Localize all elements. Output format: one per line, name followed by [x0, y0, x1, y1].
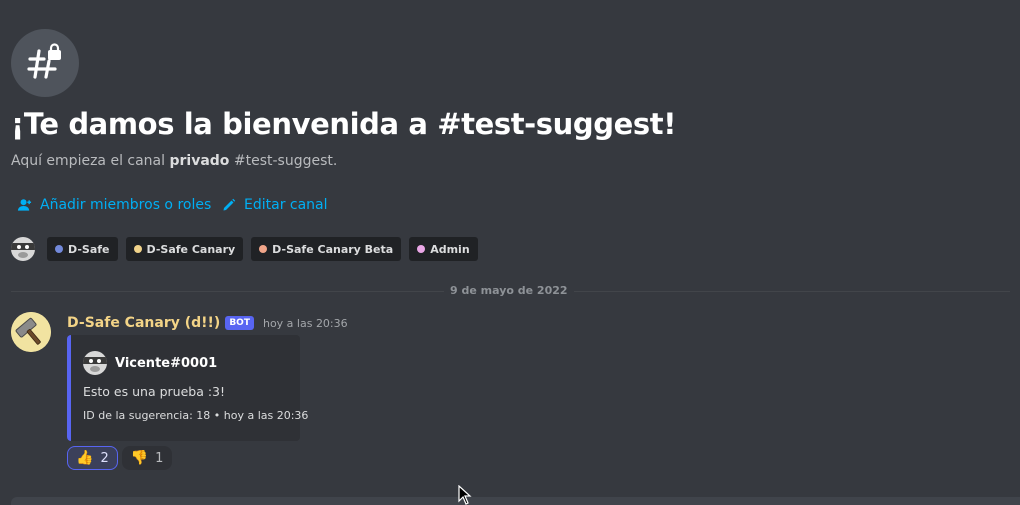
add-members-label: Añadir miembros o roles	[40, 197, 212, 213]
role-pill[interactable]: D-Safe Canary	[125, 237, 244, 261]
role-pill[interactable]: Admin	[409, 237, 478, 261]
reaction-count: 1	[155, 450, 164, 466]
bot-tag: BOT	[225, 316, 254, 330]
reaction-count: 2	[100, 450, 109, 466]
role-name: D-Safe Canary	[146, 242, 236, 256]
embed-author-avatar	[83, 351, 107, 375]
message-input-bar[interactable]	[11, 497, 1020, 505]
embed-description: Esto es una prueba :3!	[83, 384, 226, 399]
message-timestamp: hoy a las 20:36	[262, 316, 348, 330]
member-avatar[interactable]	[11, 237, 35, 261]
role-name: D-Safe Canary Beta	[272, 242, 394, 256]
welcome-subtitle: Aquí empieza el canal privado #test-sugg…	[11, 153, 337, 169]
reaction-thumbs-up[interactable]: 👍 2	[67, 446, 118, 470]
message-username[interactable]: D-Safe Canary (d!!)	[67, 315, 220, 331]
date-divider-label: 9 de mayo de 2022	[444, 284, 574, 297]
edit-channel-button[interactable]: Editar canal	[222, 196, 328, 214]
mouse-cursor-icon	[458, 485, 472, 505]
role-color-dot	[417, 245, 426, 253]
bot-avatar[interactable]	[11, 312, 51, 352]
embed-author: Vicente#0001	[83, 351, 217, 375]
welcome-title: ¡Te damos la bienvenida a #test-suggest!	[11, 107, 677, 141]
raccoon-avatar-icon	[11, 237, 35, 261]
add-members-button[interactable]: Añadir miembros o roles	[17, 196, 211, 214]
edit-channel-label: Editar canal	[244, 197, 328, 213]
reaction-thumbs-down[interactable]: 👎 1	[121, 446, 173, 470]
subtitle-privacy: privado	[169, 153, 230, 169]
role-pill[interactable]: D-Safe Canary Beta	[251, 237, 402, 261]
embed-author-name: Vicente#0001	[115, 355, 218, 371]
reactions-row: 👍 2 👎 1	[67, 446, 173, 470]
raccoon-avatar-icon	[83, 351, 107, 375]
role-pill[interactable]: D-Safe	[47, 237, 118, 261]
role-color-dot	[259, 245, 268, 253]
role-color-dot	[55, 245, 63, 253]
thumbs-up-icon: 👍	[76, 450, 94, 466]
role-name: Admin	[430, 242, 470, 256]
channel-roles-row: D-Safe D-Safe Canary D-Safe Canary Beta …	[11, 237, 478, 261]
thumbs-down-icon: 👎	[130, 450, 149, 466]
subtitle-suffix: #test-suggest.	[229, 153, 338, 169]
channel-icon	[11, 29, 79, 97]
subtitle-prefix: Aquí empieza el canal	[11, 153, 170, 169]
pencil-icon	[223, 198, 236, 211]
user-add-icon	[17, 199, 32, 211]
message-embed: Vicente#0001 Esto es una prueba :3! ID d…	[67, 335, 308, 441]
embed-footer: ID de la sugerencia: 18 • hoy a las 20:3…	[83, 409, 309, 422]
hammer-icon	[11, 312, 51, 352]
role-color-dot	[133, 245, 142, 253]
message-header: D-Safe Canary (d!!) BOT hoy a las 20:36	[67, 313, 348, 333]
role-name: D-Safe	[68, 242, 110, 256]
locked-hashtag-icon	[27, 43, 61, 79]
